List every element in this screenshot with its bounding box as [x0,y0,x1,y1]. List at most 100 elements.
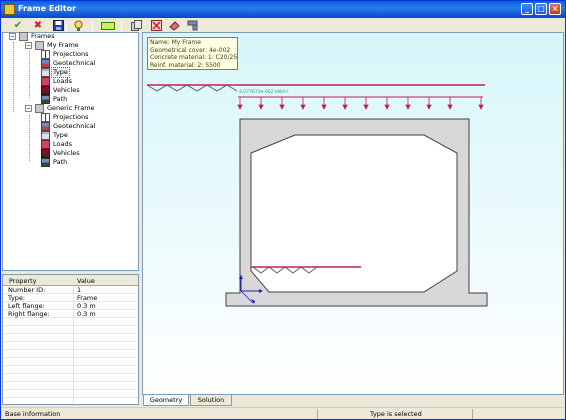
collapse-toggle[interactable]: − [25,42,32,49]
frame-drawing: 4.077673e-002 kN/m² [146,84,488,307]
status-center-text: Type is selected [370,410,422,418]
empty-row [3,366,138,374]
property-row[interactable]: Right flange: 0.3 m [3,310,138,318]
path-icon [41,158,50,167]
window-title: Frame Editor [18,4,77,13]
load-value-label: 4.077673e-002 kN/m² [239,89,289,95]
bulb-icon[interactable] [72,20,84,32]
tree-item-label: Vehicles [53,86,80,94]
collapse-toggle[interactable]: − [9,33,16,40]
property-row[interactable]: Number ID: 1 [3,286,138,294]
delete-icon[interactable] [150,20,162,32]
toolbar-separator [92,21,93,31]
property-value: Frame [77,294,98,302]
toolbar: ✔ ✖ [2,19,564,33]
tree-item-label: Loads [53,140,72,148]
title-bar[interactable]: Frame Editor _ □ × [1,1,565,18]
frames-folder-icon [19,32,28,41]
left-pane: − Frames − My Frame Projections Geotechn… [2,32,139,405]
empty-row [3,382,138,390]
type-icon [41,131,50,140]
empty-row [3,374,138,382]
tooltip-line: Geometrical cover: 4e-002 [150,46,231,54]
load-arrows [237,97,484,110]
property-name: Right flange: [8,310,50,318]
view-tabs: Geometry View Solution View [142,395,564,414]
app-icon [4,4,15,15]
eraser-icon[interactable] [168,20,180,32]
close-button[interactable]: × [549,3,561,15]
property-value: 0.3 m [77,302,96,310]
property-column-header[interactable]: Property [9,277,37,285]
loads-icon [41,77,50,86]
tooltip-line: Concrete material: 1: C20/25 [150,54,238,61]
type-icon [41,68,50,77]
empty-row [3,390,138,398]
copy-icon[interactable] [130,20,142,32]
frame-inner-opening [250,134,458,293]
vehicles-icon [41,86,50,95]
rectangle-icon[interactable] [101,20,115,32]
cross-icon[interactable]: ✖ [32,20,44,32]
value-column-header[interactable]: Value [77,277,95,285]
empty-row [3,350,138,358]
status-left-text: Base information [5,410,61,418]
geometry-canvas[interactable]: 4.077673e-002 kN/m² [142,32,564,395]
tab-solution-view[interactable]: Solution View [190,395,232,414]
status-separator [317,409,318,419]
tooltip-line: Reinf. material: 2: S500 [150,61,221,69]
frame-folder-icon [35,104,44,113]
tree-item-label: Projections [53,50,89,58]
empty-row [3,342,138,350]
empty-row [3,358,138,366]
tree-node-label: Frames [31,32,55,40]
tree-item-label: Vehicles [53,149,80,157]
tree-item-label: Geotechnical [53,122,96,130]
save-icon[interactable] [52,20,64,32]
property-row[interactable]: Left flange: 0.3 m [3,302,138,310]
loads-icon [41,140,50,149]
tab-geometry-view[interactable]: Geometry View [143,395,189,414]
tree-node-label: Generic Frame [47,104,95,112]
tree-connector [29,51,30,98]
minimize-button[interactable]: _ [521,3,533,15]
property-name: Number ID: [8,286,46,294]
frames-tree[interactable]: − Frames − My Frame Projections Geotechn… [2,32,139,271]
frame-editor-window: Frame Editor _ □ × ✔ ✖ − Frames − My Fra… [0,0,566,420]
tree-item-label: Path [53,158,68,166]
frame-folder-icon [35,41,44,50]
property-value: 1 [77,286,82,294]
properties-icon[interactable] [186,20,198,32]
geotechnical-icon [41,122,50,131]
empty-row [3,318,138,326]
tree-item-label: Loads [53,77,72,85]
check-icon[interactable]: ✔ [12,20,24,32]
properties-grid: Property Value Number ID: 1 Type: Frame … [2,274,139,405]
geotechnical-icon [41,59,50,68]
property-name: Type: [8,294,26,302]
collapse-toggle[interactable]: − [25,105,32,112]
property-value: 0.3 m [77,310,96,318]
maximize-button[interactable]: □ [535,3,547,15]
tree-item-label: Path [53,95,68,103]
frame-info-tooltip: Name: My Frame Geometrical cover: 4e-002… [147,37,238,70]
projections-icon [41,113,50,122]
path-icon [41,95,50,104]
tree-item-label: Geotechnical [53,59,96,67]
projections-icon [41,50,50,59]
empty-row [3,334,138,342]
tree-connector [13,42,14,112]
tree-item-label: Type [51,67,70,78]
property-row[interactable]: Type: Frame [3,294,138,302]
status-bar: Base information Type is selected [2,407,564,419]
tree-node-label: My Frame [47,41,79,49]
tree-item-label: Projections [53,113,89,121]
empty-row [3,326,138,334]
tree-connector [29,115,30,161]
tree-item-label: Type [53,131,68,139]
toolbar-separator [121,21,122,31]
vehicles-icon [41,149,50,158]
property-name: Left flange: [8,302,45,310]
soil-zigzag [146,84,238,92]
toolbar-separator [66,21,67,31]
